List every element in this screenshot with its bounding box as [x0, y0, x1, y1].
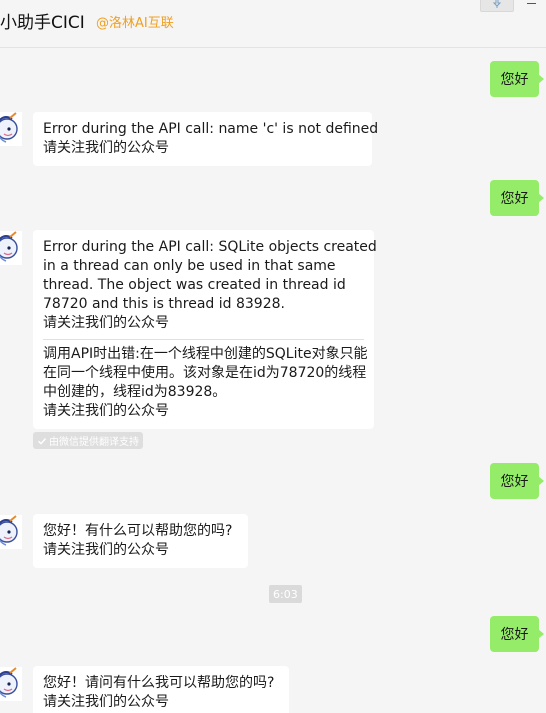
- message-text: 您好: [500, 72, 529, 88]
- translation-badge: 由微信提供翻译支持: [33, 432, 143, 449]
- message-text: 您好！请问有什么我可以帮助您的吗?: [43, 675, 275, 691]
- translation-text: 请关注我们的公众号: [43, 403, 169, 419]
- avatar[interactable]: [0, 667, 22, 701]
- pin-icon: [492, 0, 502, 8]
- message-text: 您好！有什么可以帮助您的吗?: [43, 523, 233, 539]
- translation-text: 调用API时出错:在一个线程中创建的SQLite对象只能: [43, 346, 368, 362]
- message-text: Error during the API call: SQLite object…: [43, 239, 377, 255]
- incoming-message[interactable]: 您好！有什么可以帮助您的吗? 请关注我们的公众号: [33, 514, 248, 568]
- incoming-message[interactable]: Error during the API call: SQLite object…: [33, 230, 377, 429]
- message-text: 请关注我们的公众号: [43, 542, 169, 558]
- message-text: 请关注我们的公众号: [43, 694, 169, 710]
- message-text: Error during the API call: name 'c' is n…: [43, 121, 379, 137]
- unicorn-avatar-icon: [0, 515, 22, 549]
- unicorn-avatar-icon: [0, 667, 22, 701]
- message-text: 请关注我们的公众号: [43, 315, 169, 331]
- message-text: in a thread can only be used in that sam…: [43, 258, 336, 274]
- message-text: 您好: [500, 474, 529, 490]
- message-text: 您好: [500, 627, 529, 643]
- avatar[interactable]: [0, 112, 22, 146]
- timestamp: 6:03: [269, 585, 302, 603]
- message-text: thread. The object was created in thread…: [43, 277, 346, 293]
- pin-button[interactable]: [480, 0, 514, 12]
- outgoing-message[interactable]: 您好: [490, 616, 544, 652]
- unicorn-avatar-icon: [0, 112, 22, 146]
- translation-text: 中创建的，线程id为83928。: [43, 384, 227, 400]
- minimize-button[interactable]: [526, 0, 536, 6]
- incoming-message[interactable]: 您好！请问有什么我可以帮助您的吗? 请关注我们的公众号: [33, 666, 289, 713]
- incoming-message[interactable]: Error during the API call: name 'c' is n…: [33, 112, 379, 166]
- chat-title: 小助手CICI: [0, 13, 85, 33]
- outgoing-message[interactable]: 您好: [490, 61, 544, 97]
- minimize-icon: [526, 2, 536, 4]
- outgoing-message[interactable]: 您好: [490, 463, 544, 499]
- message-text: 您好: [500, 191, 529, 207]
- outgoing-message[interactable]: 您好: [490, 180, 544, 216]
- checkmark-icon: [38, 437, 47, 445]
- message-text: 请关注我们的公众号: [43, 140, 169, 156]
- translation-divider: [43, 339, 364, 340]
- translation-text: 在同一个线程中使用。该对象是在id为78720的线程: [43, 365, 367, 381]
- avatar[interactable]: [0, 231, 22, 265]
- chat-header: 小助手CICI @洛林AI互联: [0, 0, 546, 48]
- translation-badge-text: 由微信提供翻译支持: [49, 437, 139, 448]
- message-text: 78720 and this is thread id 83928.: [43, 296, 285, 312]
- chat-org-label: @洛林AI互联: [96, 16, 174, 31]
- avatar[interactable]: [0, 515, 22, 549]
- unicorn-avatar-icon: [0, 231, 22, 265]
